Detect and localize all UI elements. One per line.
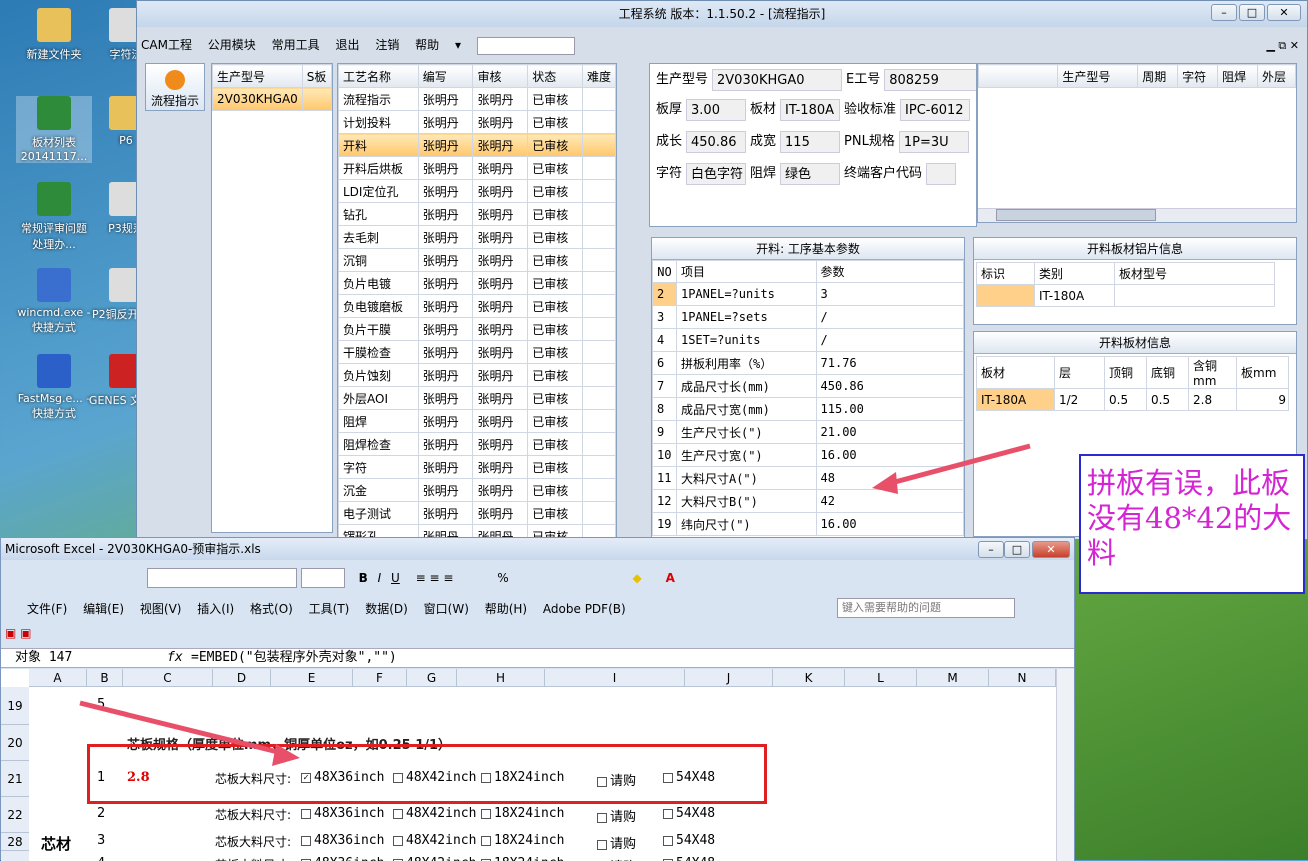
annotation-callout: 拼板有误，此板没有48*42的大料: [1079, 454, 1305, 594]
red-arrows: [0, 0, 1308, 860]
